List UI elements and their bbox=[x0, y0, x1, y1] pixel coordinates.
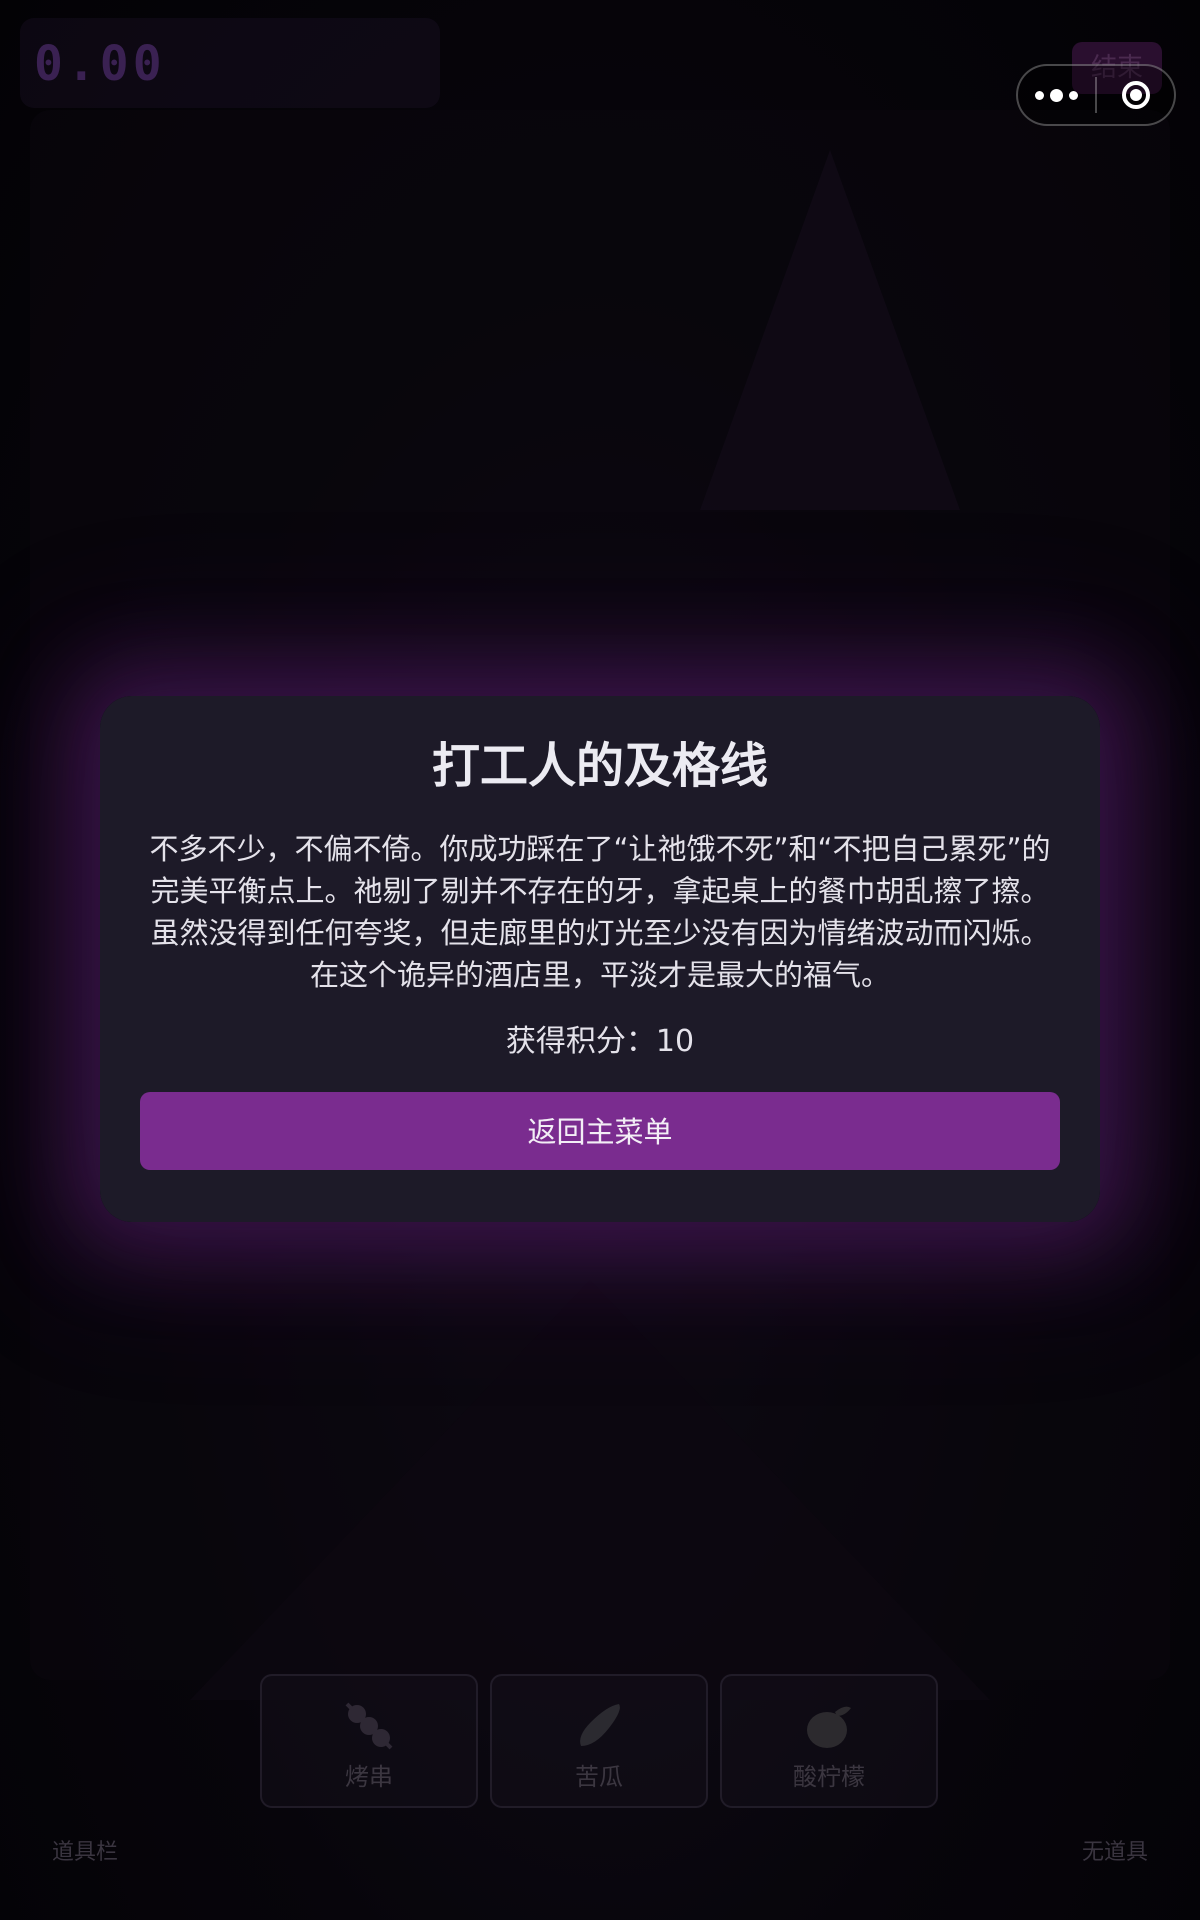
close-circle-icon[interactable] bbox=[1097, 66, 1174, 124]
item-bar: 烤串 苦瓜 酸柠檬 bbox=[260, 1674, 940, 1808]
dialog-body-text: 不多不少，不偏不倚。你成功踩在了“让祂饿不死”和“不把自己累死”的完美平衡点上。… bbox=[149, 832, 1051, 992]
no-items-label: 无道具 bbox=[1081, 1840, 1148, 1865]
lemon-icon bbox=[807, 1706, 851, 1748]
item-bar-label: 道具栏 bbox=[52, 1840, 119, 1865]
game-screen: 0.00 结束 烤串 苦瓜 酸柠檬 道具栏 无道具 打工人的及格线 不多不少，不… bbox=[0, 0, 1200, 1920]
item-name: 苦瓜 bbox=[575, 1763, 623, 1791]
scene-silhouette-top bbox=[700, 150, 960, 510]
item-slot-skewer[interactable]: 烤串 bbox=[260, 1674, 478, 1808]
more-dots-icon[interactable] bbox=[1018, 66, 1095, 124]
capsule-menu bbox=[1016, 64, 1176, 126]
item-slot-lemon[interactable]: 酸柠檬 bbox=[720, 1674, 938, 1808]
bitter-melon-icon bbox=[580, 1704, 620, 1746]
score-text: 获得积分：10 bbox=[505, 1024, 695, 1059]
item-name: 烤串 bbox=[345, 1763, 393, 1791]
scene-silhouette-bottom bbox=[190, 1280, 990, 1700]
dialog-title: 打工人的及格线 bbox=[431, 738, 768, 794]
item-slot-bitter-melon[interactable]: 苦瓜 bbox=[490, 1674, 708, 1808]
item-name: 酸柠檬 bbox=[793, 1763, 865, 1791]
result-dialog: 打工人的及格线 不多不少，不偏不倚。你成功踩在了“让祂饿不死”和“不把自己累死”… bbox=[100, 696, 1100, 1222]
timer-display: 0.00 bbox=[34, 36, 166, 92]
skewer-icon bbox=[345, 1702, 393, 1750]
return-main-menu-button[interactable]: 返回主菜单 bbox=[140, 1092, 1060, 1170]
